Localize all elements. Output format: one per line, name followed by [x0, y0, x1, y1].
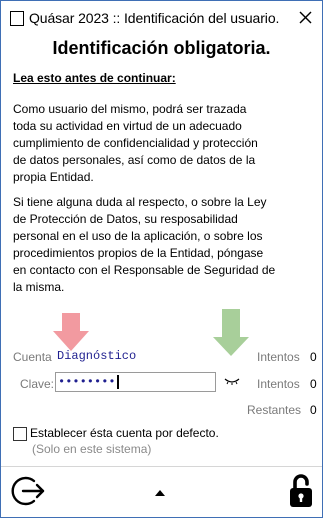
default-account-checkbox[interactable] [13, 427, 27, 441]
password-input[interactable] [55, 372, 216, 392]
chevron-up-icon [155, 490, 165, 496]
window-title: Quásar 2023 :: Identificación del usuari… [29, 10, 280, 26]
account-label: Cuenta [13, 350, 52, 364]
remaining-label: Restantes [247, 403, 302, 417]
footer-divider [1, 466, 322, 467]
app-icon [10, 11, 24, 26]
login-window: Quásar 2023 :: Identificación del usuari… [0, 0, 323, 518]
padlock-icon [290, 474, 312, 507]
green-hint-arrow [222, 309, 240, 337]
privacy-paragraph: Como usuario del mismo, podrá ser trazad… [13, 102, 258, 184]
text-caret [117, 375, 119, 389]
eye-closed-icon [224, 378, 240, 385]
close-icon [299, 11, 312, 24]
title-bar: Quásar 2023 :: Identificación del usuari… [1, 1, 322, 35]
show-password-button[interactable] [223, 373, 241, 389]
unlock-button[interactable] [288, 471, 314, 509]
contact-paragraph: Si tiene alguna duda al respecto, o sobr… [13, 195, 276, 294]
attempts-value-2: 0 [310, 377, 317, 391]
read-first-notice: Lea esto antes de continuar: [13, 71, 176, 85]
page-heading: Identificación obligatoria. [52, 38, 271, 58]
attempts-label: Intentos [257, 350, 300, 364]
remaining-value: 0 [310, 403, 317, 417]
exit-icon [11, 476, 45, 506]
exit-button[interactable] [10, 473, 46, 509]
account-input[interactable] [55, 347, 219, 365]
attempts-label-2: Intentos [257, 377, 300, 391]
default-account-label: Establecer ésta cuenta por defecto. [30, 426, 219, 440]
close-button[interactable] [294, 5, 318, 29]
default-account-note: (Solo en este sistema) [32, 442, 152, 456]
red-hint-arrow [62, 313, 80, 331]
password-label: Clave: [20, 377, 55, 391]
attempts-value: 0 [310, 350, 317, 364]
collapse-button[interactable] [153, 485, 167, 496]
